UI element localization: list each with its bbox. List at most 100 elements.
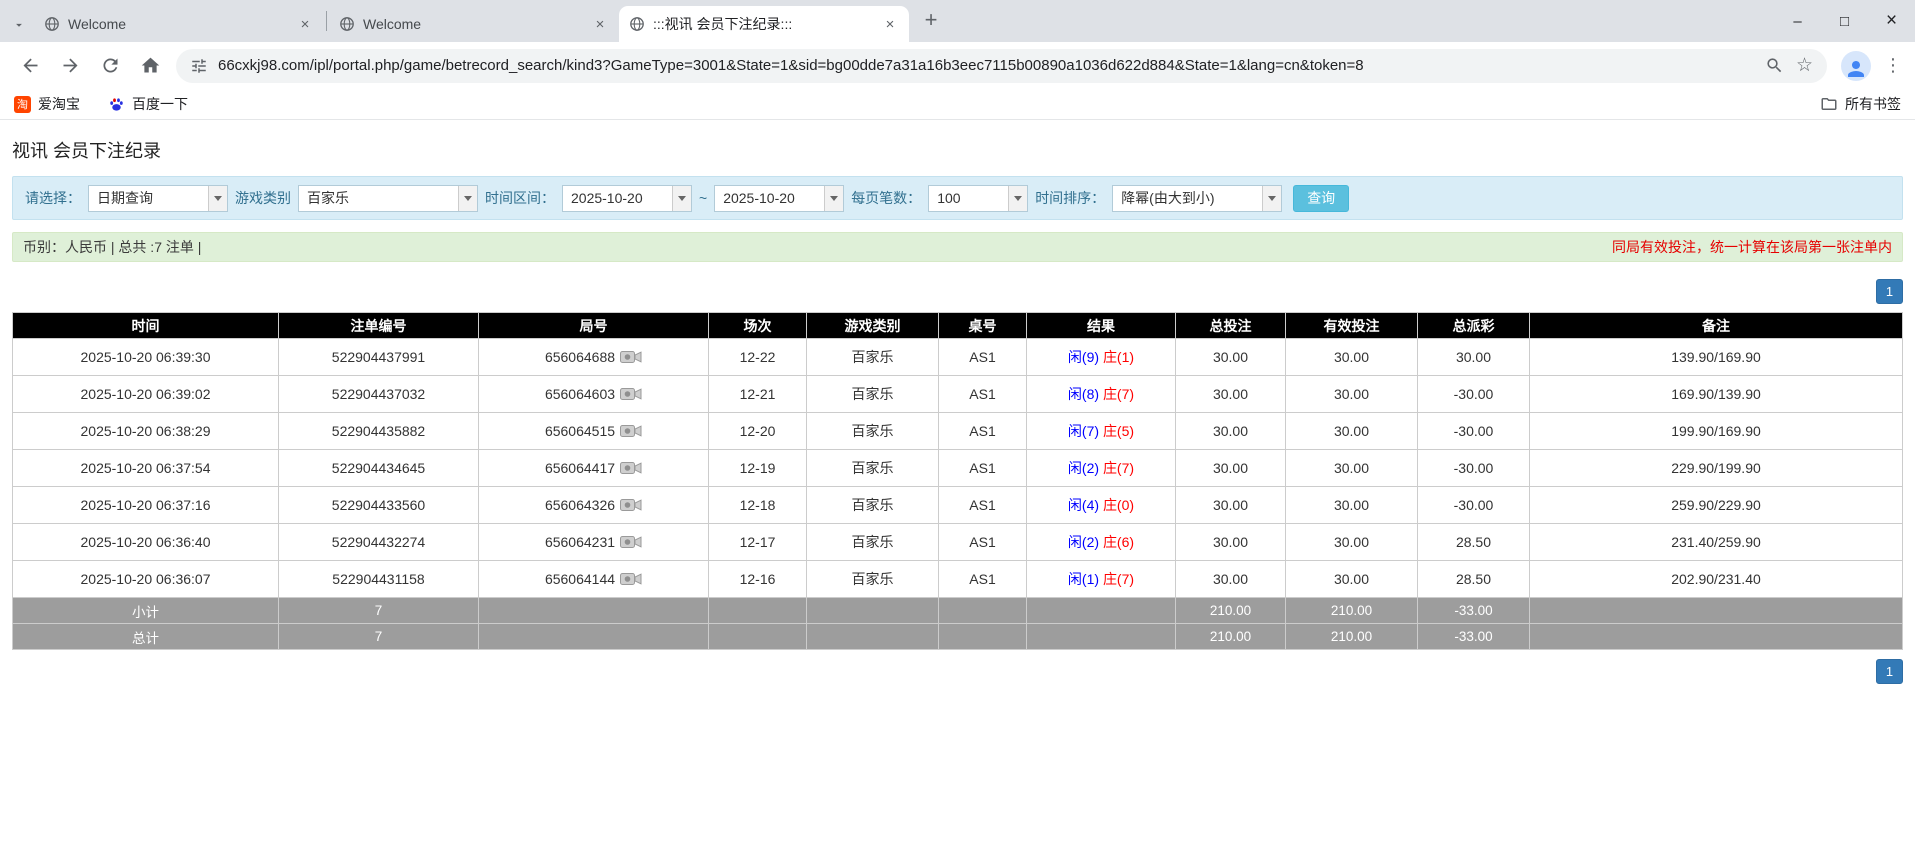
video-camera-icon[interactable]	[620, 386, 642, 402]
bookmark-baidu[interactable]: 百度一下	[108, 94, 188, 114]
address-bar[interactable]: 66cxkj98.com/ipl/portal.php/game/betreco…	[176, 49, 1827, 83]
omnibox-actions: ☆	[1765, 56, 1813, 75]
cell-time: 2025-10-20 06:39:30	[13, 339, 279, 376]
refresh-button[interactable]	[90, 48, 130, 84]
banker-result: 庄(7)	[1103, 571, 1134, 587]
cell-total-bet[interactable]: 30.00	[1176, 339, 1286, 376]
empty-cell	[807, 624, 939, 650]
page-button[interactable]: 1	[1876, 279, 1903, 304]
banker-result: 庄(1)	[1103, 349, 1134, 365]
tab-search-chevron-icon[interactable]	[4, 8, 34, 42]
query-type-select[interactable]: 日期查询	[88, 185, 228, 212]
cell-session: 12-20	[709, 413, 807, 450]
player-result: 闲(9)	[1068, 349, 1099, 365]
video-camera-icon[interactable]	[620, 423, 642, 439]
video-camera-icon[interactable]	[620, 534, 642, 550]
back-button[interactable]	[10, 48, 50, 84]
page-title: 视讯 会员下注纪录	[12, 137, 1903, 163]
video-camera-icon[interactable]	[620, 571, 642, 587]
cell-time: 2025-10-20 06:37:16	[13, 487, 279, 524]
tab-close-icon[interactable]: ×	[881, 15, 899, 33]
search-button[interactable]: 查询	[1293, 185, 1349, 212]
game-type-select[interactable]: 百家乐	[298, 185, 478, 212]
profile-avatar[interactable]	[1841, 51, 1871, 81]
player-result: 闲(8)	[1068, 386, 1099, 402]
video-camera-icon[interactable]	[620, 349, 642, 365]
tab-title: Welcome	[363, 16, 591, 32]
cell-remark: 202.90/231.40	[1530, 561, 1903, 598]
cell-game-type: 百家乐	[807, 413, 939, 450]
cell-session: 12-19	[709, 450, 807, 487]
cell-time: 2025-10-20 06:38:29	[13, 413, 279, 450]
window-maximize-button[interactable]: □	[1821, 0, 1868, 42]
cell-total-bet[interactable]: 30.00	[1176, 561, 1286, 598]
cell-valid-bet: 30.00	[1286, 413, 1418, 450]
empty-cell	[1530, 598, 1903, 624]
cell-payout: -30.00	[1418, 487, 1530, 524]
cell-valid-bet: 30.00	[1286, 376, 1418, 413]
cell-session: 12-21	[709, 376, 807, 413]
cell-time: 2025-10-20 06:39:02	[13, 376, 279, 413]
tab-title: Welcome	[68, 16, 296, 32]
home-button[interactable]	[130, 48, 170, 84]
browser-menu-icon[interactable]: ⋮	[1881, 55, 1905, 76]
cell-total-bet[interactable]: 30.00	[1176, 487, 1286, 524]
round-number: 656064231	[545, 534, 615, 550]
all-bookmarks-label: 所有书签	[1845, 94, 1901, 114]
player-result: 闲(7)	[1068, 423, 1099, 439]
window-close-button[interactable]: ×	[1868, 0, 1915, 42]
page-size-label: 每页笔数：	[851, 188, 921, 208]
cell-session: 12-16	[709, 561, 807, 598]
empty-cell	[807, 598, 939, 624]
video-camera-icon[interactable]	[620, 497, 642, 513]
total-total-bet: 210.00	[1176, 624, 1286, 650]
cell-total-bet[interactable]: 30.00	[1176, 450, 1286, 487]
cell-result: 闲(1) 庄(7)	[1027, 561, 1176, 598]
query-type-value: 日期查询	[89, 186, 208, 211]
cell-round: 656064515	[479, 413, 709, 450]
sort-order-select[interactable]: 降幂(由大到小)	[1112, 185, 1282, 212]
tab-welcome-1[interactable]: Welcome ×	[34, 6, 324, 42]
date-to-value: 2025-10-20	[715, 186, 824, 211]
site-settings-icon[interactable]	[190, 57, 208, 75]
cell-total-bet[interactable]: 30.00	[1176, 413, 1286, 450]
tab-title: :::视讯 会员下注纪录:::	[653, 14, 881, 34]
summary-bar: 币别：人民币 | 总共 :7 注单 | 同局有效投注，统一计算在该局第一张注单内	[12, 232, 1903, 262]
empty-cell	[709, 624, 807, 650]
cell-total-bet[interactable]: 30.00	[1176, 524, 1286, 561]
zoom-icon[interactable]	[1765, 56, 1784, 75]
page-size-select[interactable]: 100	[928, 185, 1028, 212]
tab-close-icon[interactable]: ×	[591, 15, 609, 33]
video-camera-icon[interactable]	[620, 460, 642, 476]
tab-welcome-2[interactable]: Welcome ×	[329, 6, 619, 42]
tab-bet-records[interactable]: :::视讯 会员下注纪录::: ×	[619, 6, 909, 42]
cell-time: 2025-10-20 06:37:54	[13, 450, 279, 487]
table-row: 2025-10-20 06:39:30522904437991656064688…	[13, 339, 1903, 376]
url-text[interactable]: 66cxkj98.com/ipl/portal.php/game/betreco…	[218, 57, 1755, 74]
bookmark-taobao[interactable]: 淘 爱淘宝	[14, 94, 80, 114]
date-from-select[interactable]: 2025-10-20	[562, 185, 692, 212]
all-bookmarks-button[interactable]: 所有书签	[1820, 94, 1901, 114]
subtotal-total-bet: 210.00	[1176, 598, 1286, 624]
table-row: 2025-10-20 06:38:29522904435882656064515…	[13, 413, 1903, 450]
forward-button[interactable]	[50, 48, 90, 84]
date-to-select[interactable]: 2025-10-20	[714, 185, 844, 212]
cell-game-type: 百家乐	[807, 487, 939, 524]
cell-total-bet[interactable]: 30.00	[1176, 376, 1286, 413]
new-tab-button[interactable]: +	[915, 4, 947, 36]
column-header-result: 结果	[1027, 313, 1176, 339]
page-button[interactable]: 1	[1876, 659, 1903, 684]
tab-close-icon[interactable]: ×	[296, 15, 314, 33]
subtotal-count: 7	[279, 598, 479, 624]
bookmark-star-icon[interactable]: ☆	[1796, 56, 1813, 75]
cell-game-type: 百家乐	[807, 561, 939, 598]
cell-remark: 231.40/259.90	[1530, 524, 1903, 561]
window-minimize-button[interactable]: –	[1774, 0, 1821, 42]
chevron-down-icon	[208, 186, 227, 211]
subtotal-valid-bet: 210.00	[1286, 598, 1418, 624]
window-controls: – □ ×	[1774, 0, 1915, 42]
cell-time: 2025-10-20 06:36:40	[13, 524, 279, 561]
player-result: 闲(2)	[1068, 460, 1099, 476]
cell-bet-id: 522904433560	[279, 487, 479, 524]
round-number: 656064515	[545, 423, 615, 439]
